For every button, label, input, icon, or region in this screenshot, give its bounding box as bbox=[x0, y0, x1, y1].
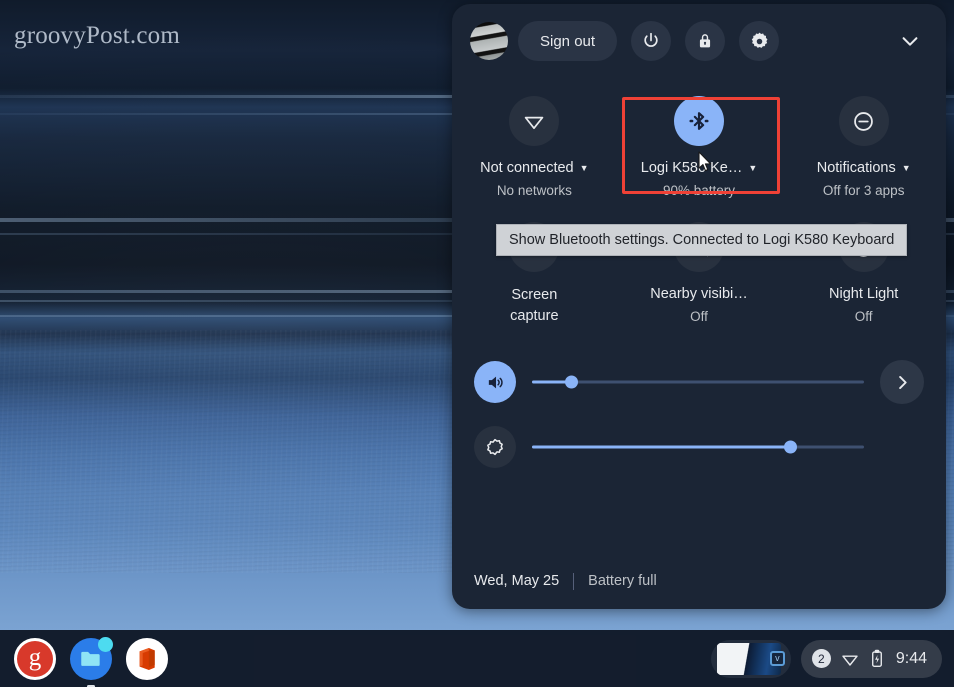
bluetooth-tile[interactable]: Logi K580 Ke… ▼ 90% battery bbox=[617, 96, 782, 198]
volume-slider-knob[interactable] bbox=[565, 375, 579, 389]
brightness-slider-knob[interactable] bbox=[784, 440, 798, 454]
brightness-slider-fill bbox=[532, 445, 791, 449]
clock-label[interactable]: 9:44 bbox=[896, 650, 927, 668]
night-light-tile-label: Night Light bbox=[829, 286, 899, 303]
status-tray[interactable]: 2 9:44 bbox=[800, 639, 942, 678]
groovypost-icon: g bbox=[17, 640, 53, 677]
footer-divider bbox=[573, 572, 575, 590]
bluetooth-tile-label: Logi K580 Ke… bbox=[640, 160, 743, 176]
chevron-down-icon bbox=[899, 30, 921, 52]
power-button[interactable] bbox=[631, 21, 672, 61]
date-label[interactable]: Wed, May 25 bbox=[474, 573, 559, 589]
brightness-slider-track[interactable] bbox=[532, 438, 864, 456]
network-tile[interactable]: Not connected ▼ No networks bbox=[452, 96, 617, 198]
chevron-down-icon[interactable]: ▼ bbox=[580, 164, 589, 173]
window-badge: v bbox=[769, 650, 785, 666]
lock-icon bbox=[695, 31, 715, 51]
bluetooth-tile-sub: 90% battery bbox=[662, 183, 736, 199]
shelf-item-office[interactable] bbox=[126, 637, 168, 680]
office-icon bbox=[129, 640, 165, 677]
brightness-button[interactable] bbox=[474, 426, 516, 469]
volume-slider-track[interactable] bbox=[532, 373, 864, 391]
wifi-tile-icon-circle bbox=[509, 96, 560, 146]
files-notification-dot bbox=[98, 636, 113, 652]
bluetooth-tile-label-row: Logi K580 Ke… ▼ bbox=[641, 159, 758, 178]
wifi-icon bbox=[522, 109, 546, 133]
volume-slider-row bbox=[452, 360, 946, 405]
battery-icon[interactable] bbox=[869, 649, 885, 669]
chevron-down-icon[interactable]: ▼ bbox=[902, 164, 911, 173]
collapse-panel-button[interactable] bbox=[890, 21, 930, 61]
bluetooth-tooltip: Show Bluetooth settings. Connected to Lo… bbox=[496, 224, 908, 256]
power-icon bbox=[641, 31, 661, 51]
shelf-status-area: v 2 9:44 bbox=[710, 639, 954, 678]
do-not-disturb-icon bbox=[851, 109, 876, 134]
shelf-item-files[interactable] bbox=[70, 636, 113, 687]
quick-settings-footer: Wed, May 25 Battery full bbox=[452, 553, 946, 609]
wifi-icon[interactable] bbox=[840, 649, 860, 669]
network-tile-label-row: Not connected ▼ bbox=[480, 159, 588, 178]
lock-button[interactable] bbox=[685, 21, 726, 61]
bluetooth-tile-icon-circle bbox=[674, 96, 724, 146]
audio-settings-button[interactable] bbox=[880, 360, 924, 405]
network-tile-sub: No networks bbox=[496, 183, 572, 199]
shelf: g v 2 9:44 bbox=[0, 630, 954, 687]
night-light-tile-sub: Off bbox=[854, 309, 873, 325]
notifications-tile-label: Notifications bbox=[816, 160, 896, 176]
quick-settings-header: Sign out bbox=[452, 4, 946, 78]
shelf-item-groovypost[interactable]: g bbox=[14, 637, 56, 680]
notifications-tile-sub: Off for 3 apps bbox=[822, 183, 905, 199]
gear-icon bbox=[749, 31, 770, 52]
brightness-slider-row bbox=[452, 426, 946, 469]
nearby-visibility-tile-label-row: Nearby visibi… bbox=[650, 285, 748, 304]
nearby-visibility-tile-sub: Off bbox=[690, 309, 708, 325]
notifications-tile-label-row: Notifications ▼ bbox=[817, 159, 911, 178]
bluetooth-icon bbox=[686, 108, 712, 134]
volume-icon bbox=[485, 372, 506, 393]
chevron-right-icon bbox=[893, 373, 912, 392]
night-light-tile-label-row: Night Light bbox=[829, 285, 898, 304]
sign-out-button[interactable]: Sign out bbox=[518, 21, 618, 61]
nearby-visibility-tile-label: Nearby visibi… bbox=[650, 286, 748, 303]
volume-button[interactable] bbox=[474, 361, 516, 404]
screen-capture-tile-label: Screen capture bbox=[510, 287, 559, 324]
quick-settings-panel: Sign out Not connected ▼ No networks Log… bbox=[452, 4, 946, 609]
battery-status-label[interactable]: Battery full bbox=[588, 573, 657, 589]
chromeos-desktop: groovyPost.com Sign out Not connected ▼ … bbox=[0, 0, 954, 687]
avatar[interactable] bbox=[470, 22, 508, 60]
notification-count-badge[interactable]: 2 bbox=[811, 649, 831, 668]
window-preview[interactable]: v bbox=[710, 639, 791, 678]
notifications-tile-icon-circle bbox=[838, 96, 889, 146]
site-watermark: groovyPost.com bbox=[14, 22, 180, 49]
volume-slider-background bbox=[532, 380, 864, 384]
notifications-tile[interactable]: Notifications ▼ Off for 3 apps bbox=[781, 96, 946, 198]
shelf-app-list: g bbox=[0, 636, 168, 687]
chevron-down-icon[interactable]: ▼ bbox=[748, 164, 757, 173]
settings-button[interactable] bbox=[739, 21, 780, 61]
quick-settings-tile-row-1: Not connected ▼ No networks Logi K580 Ke… bbox=[452, 96, 946, 198]
network-tile-label: Not connected bbox=[480, 160, 574, 176]
brightness-icon bbox=[484, 436, 506, 458]
